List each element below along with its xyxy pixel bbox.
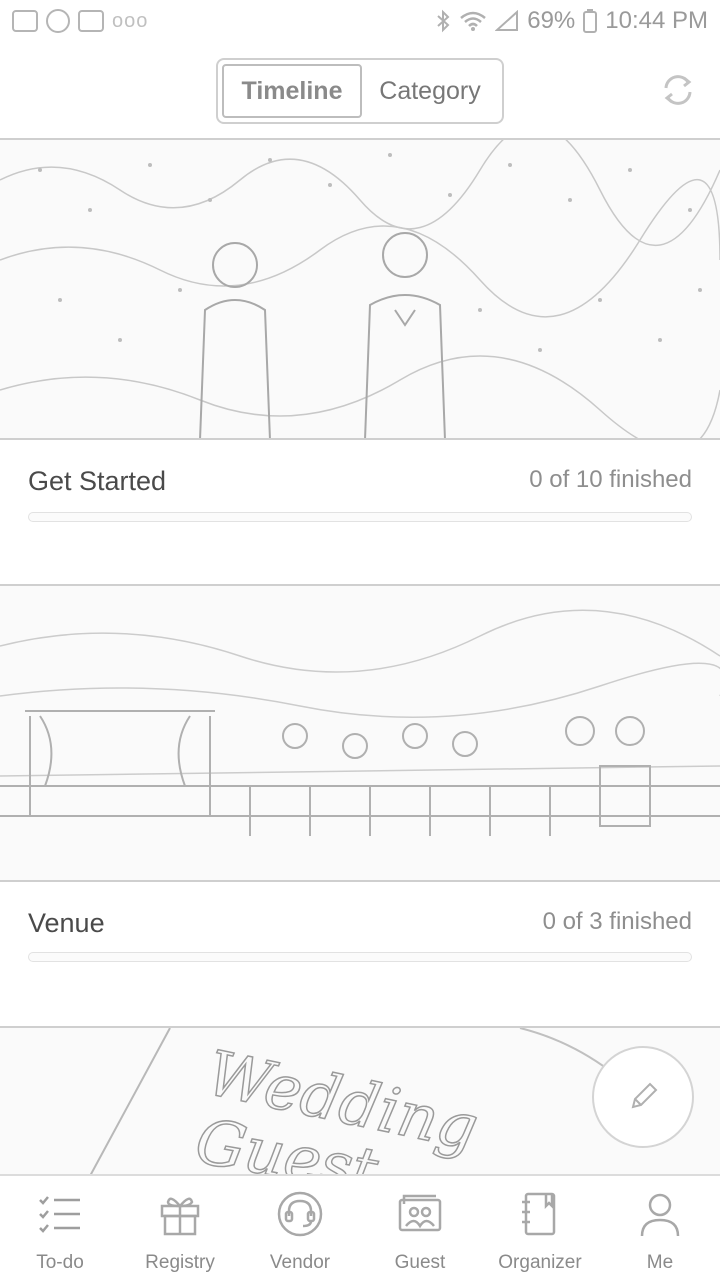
headset-icon bbox=[277, 1191, 323, 1237]
card-progress-text: 0 of 3 finished bbox=[542, 908, 692, 935]
nav-todo[interactable]: To-do bbox=[0, 1176, 120, 1280]
status-bar: ooo 69% 10:44 PM bbox=[0, 0, 720, 42]
refresh-icon[interactable] bbox=[658, 70, 698, 110]
mail-notification-icon bbox=[78, 10, 104, 32]
more-notifications-icon: ooo bbox=[112, 9, 149, 32]
wifi-icon bbox=[460, 11, 487, 31]
nav-label: Vendor bbox=[269, 1252, 331, 1273]
bottom-nav: To-do Registry Vendor Guest Organizer Me bbox=[0, 1174, 720, 1280]
status-right: 69% 10:44 PM bbox=[435, 7, 708, 35]
tab-category[interactable]: Category bbox=[362, 64, 498, 118]
pencil-icon bbox=[631, 1082, 658, 1109]
battery-icon bbox=[583, 9, 598, 33]
nav-guest[interactable]: Guest bbox=[360, 1176, 480, 1280]
card-title: Venue bbox=[28, 908, 105, 938]
edit-fab-button[interactable] bbox=[592, 1046, 694, 1148]
task-card-get-started[interactable]: Get Started 0 of 10 finished bbox=[0, 138, 720, 572]
header: Timeline Category bbox=[0, 42, 720, 138]
nav-label: Organizer bbox=[498, 1252, 582, 1273]
sync-notification-icon bbox=[46, 9, 70, 33]
nav-label: Registry bbox=[145, 1252, 215, 1273]
nav-vendor[interactable]: Vendor bbox=[240, 1176, 360, 1280]
checklist-icon bbox=[39, 1196, 80, 1233]
bluetooth-icon bbox=[437, 9, 450, 33]
person-icon bbox=[640, 1193, 680, 1237]
guests-icon bbox=[398, 1194, 442, 1232]
gift-icon bbox=[160, 1197, 200, 1236]
beach-ceremony-photo bbox=[0, 586, 720, 882]
clock: 10:44 PM bbox=[605, 7, 708, 34]
task-card-venue[interactable]: Venue 0 of 3 finished bbox=[0, 584, 720, 1014]
nav-label: Guest bbox=[394, 1252, 446, 1273]
tab-timeline[interactable]: Timeline bbox=[222, 64, 362, 118]
signal-icon bbox=[495, 10, 519, 31]
nav-registry[interactable]: Registry bbox=[120, 1176, 240, 1280]
nav-label: To-do bbox=[36, 1252, 84, 1273]
card-progress-bar bbox=[28, 512, 692, 522]
card-title: Get Started bbox=[28, 466, 167, 496]
card-progress-bar bbox=[28, 952, 692, 962]
nav-label: Me bbox=[646, 1252, 674, 1273]
couple-confetti-photo bbox=[0, 140, 720, 440]
nav-me[interactable]: Me bbox=[600, 1176, 720, 1280]
status-left: ooo bbox=[12, 9, 148, 33]
image-notification-icon bbox=[12, 10, 38, 32]
nav-organizer[interactable]: Organizer bbox=[480, 1176, 600, 1280]
battery-percent: 69% bbox=[527, 7, 576, 34]
view-toggle: Timeline Category bbox=[216, 58, 504, 124]
notebook-icon bbox=[522, 1192, 556, 1236]
card-progress-text: 0 of 10 finished bbox=[529, 466, 692, 493]
